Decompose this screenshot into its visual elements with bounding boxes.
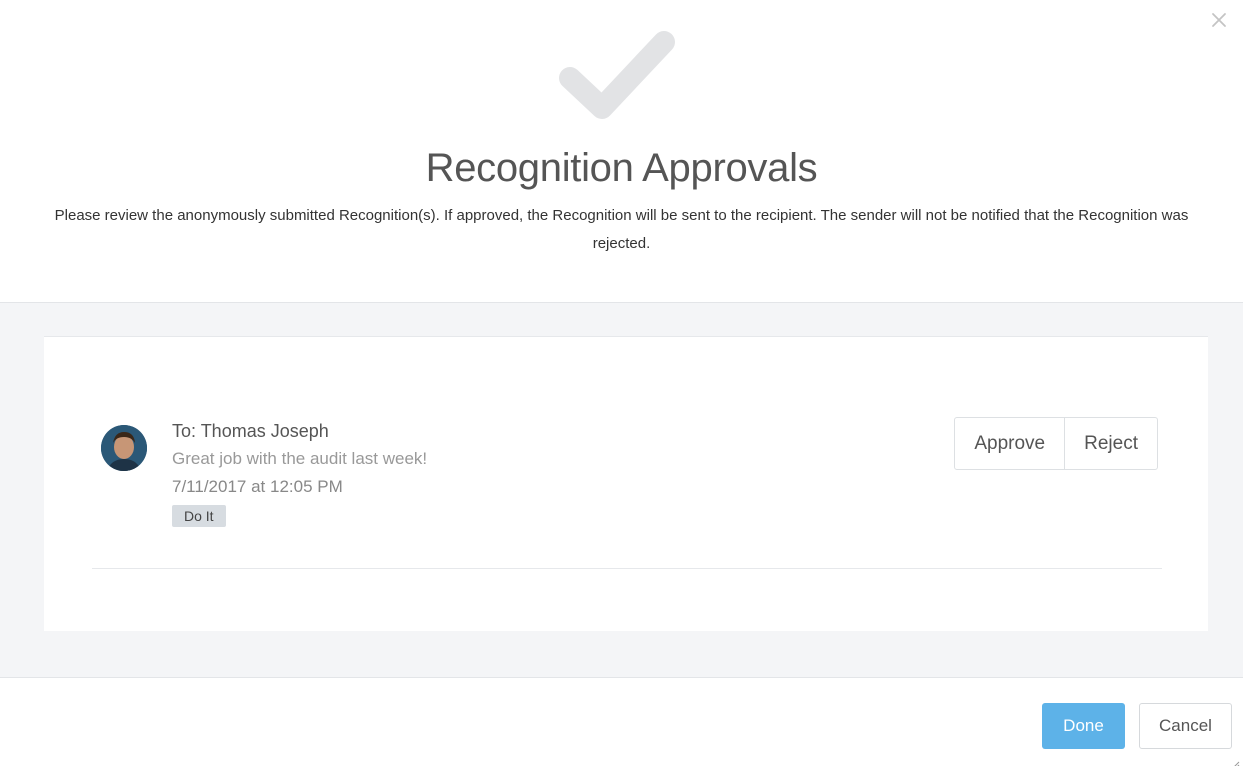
resize-handle-icon[interactable] (1232, 755, 1240, 766)
recognition-list-area: To: Thomas Joseph Great job with the aud… (0, 302, 1243, 678)
done-button[interactable]: Done (1042, 703, 1125, 749)
page-title: Recognition Approvals (425, 146, 818, 190)
checkmark-icon (556, 28, 680, 124)
dialog-footer: Done Cancel (1042, 703, 1232, 749)
recipient-name: To: Thomas Joseph (172, 421, 329, 441)
close-icon[interactable] (1209, 10, 1229, 30)
dialog-description: Please review the anonymously submitted … (54, 207, 1189, 252)
recognition-card: To: Thomas Joseph Great job with the aud… (44, 336, 1208, 631)
avatar (101, 425, 147, 471)
approve-button[interactable]: Approve (955, 418, 1064, 469)
cancel-button[interactable]: Cancel (1139, 703, 1232, 749)
list-item: To: Thomas Joseph Great job with the aud… (92, 417, 1162, 569)
recognition-details: To: Thomas Joseph Great job with the aud… (172, 417, 427, 527)
value-tag: Do It (172, 505, 226, 527)
recognition-approvals-dialog: Recognition Approvals Please review the … (0, 0, 1243, 766)
recognition-timestamp: 7/11/2017 at 12:05 PM (172, 477, 343, 496)
approval-button-group: Approve Reject (954, 417, 1158, 470)
reject-button[interactable]: Reject (1064, 418, 1157, 469)
recognition-message: Great job with the audit last week! (172, 449, 428, 468)
